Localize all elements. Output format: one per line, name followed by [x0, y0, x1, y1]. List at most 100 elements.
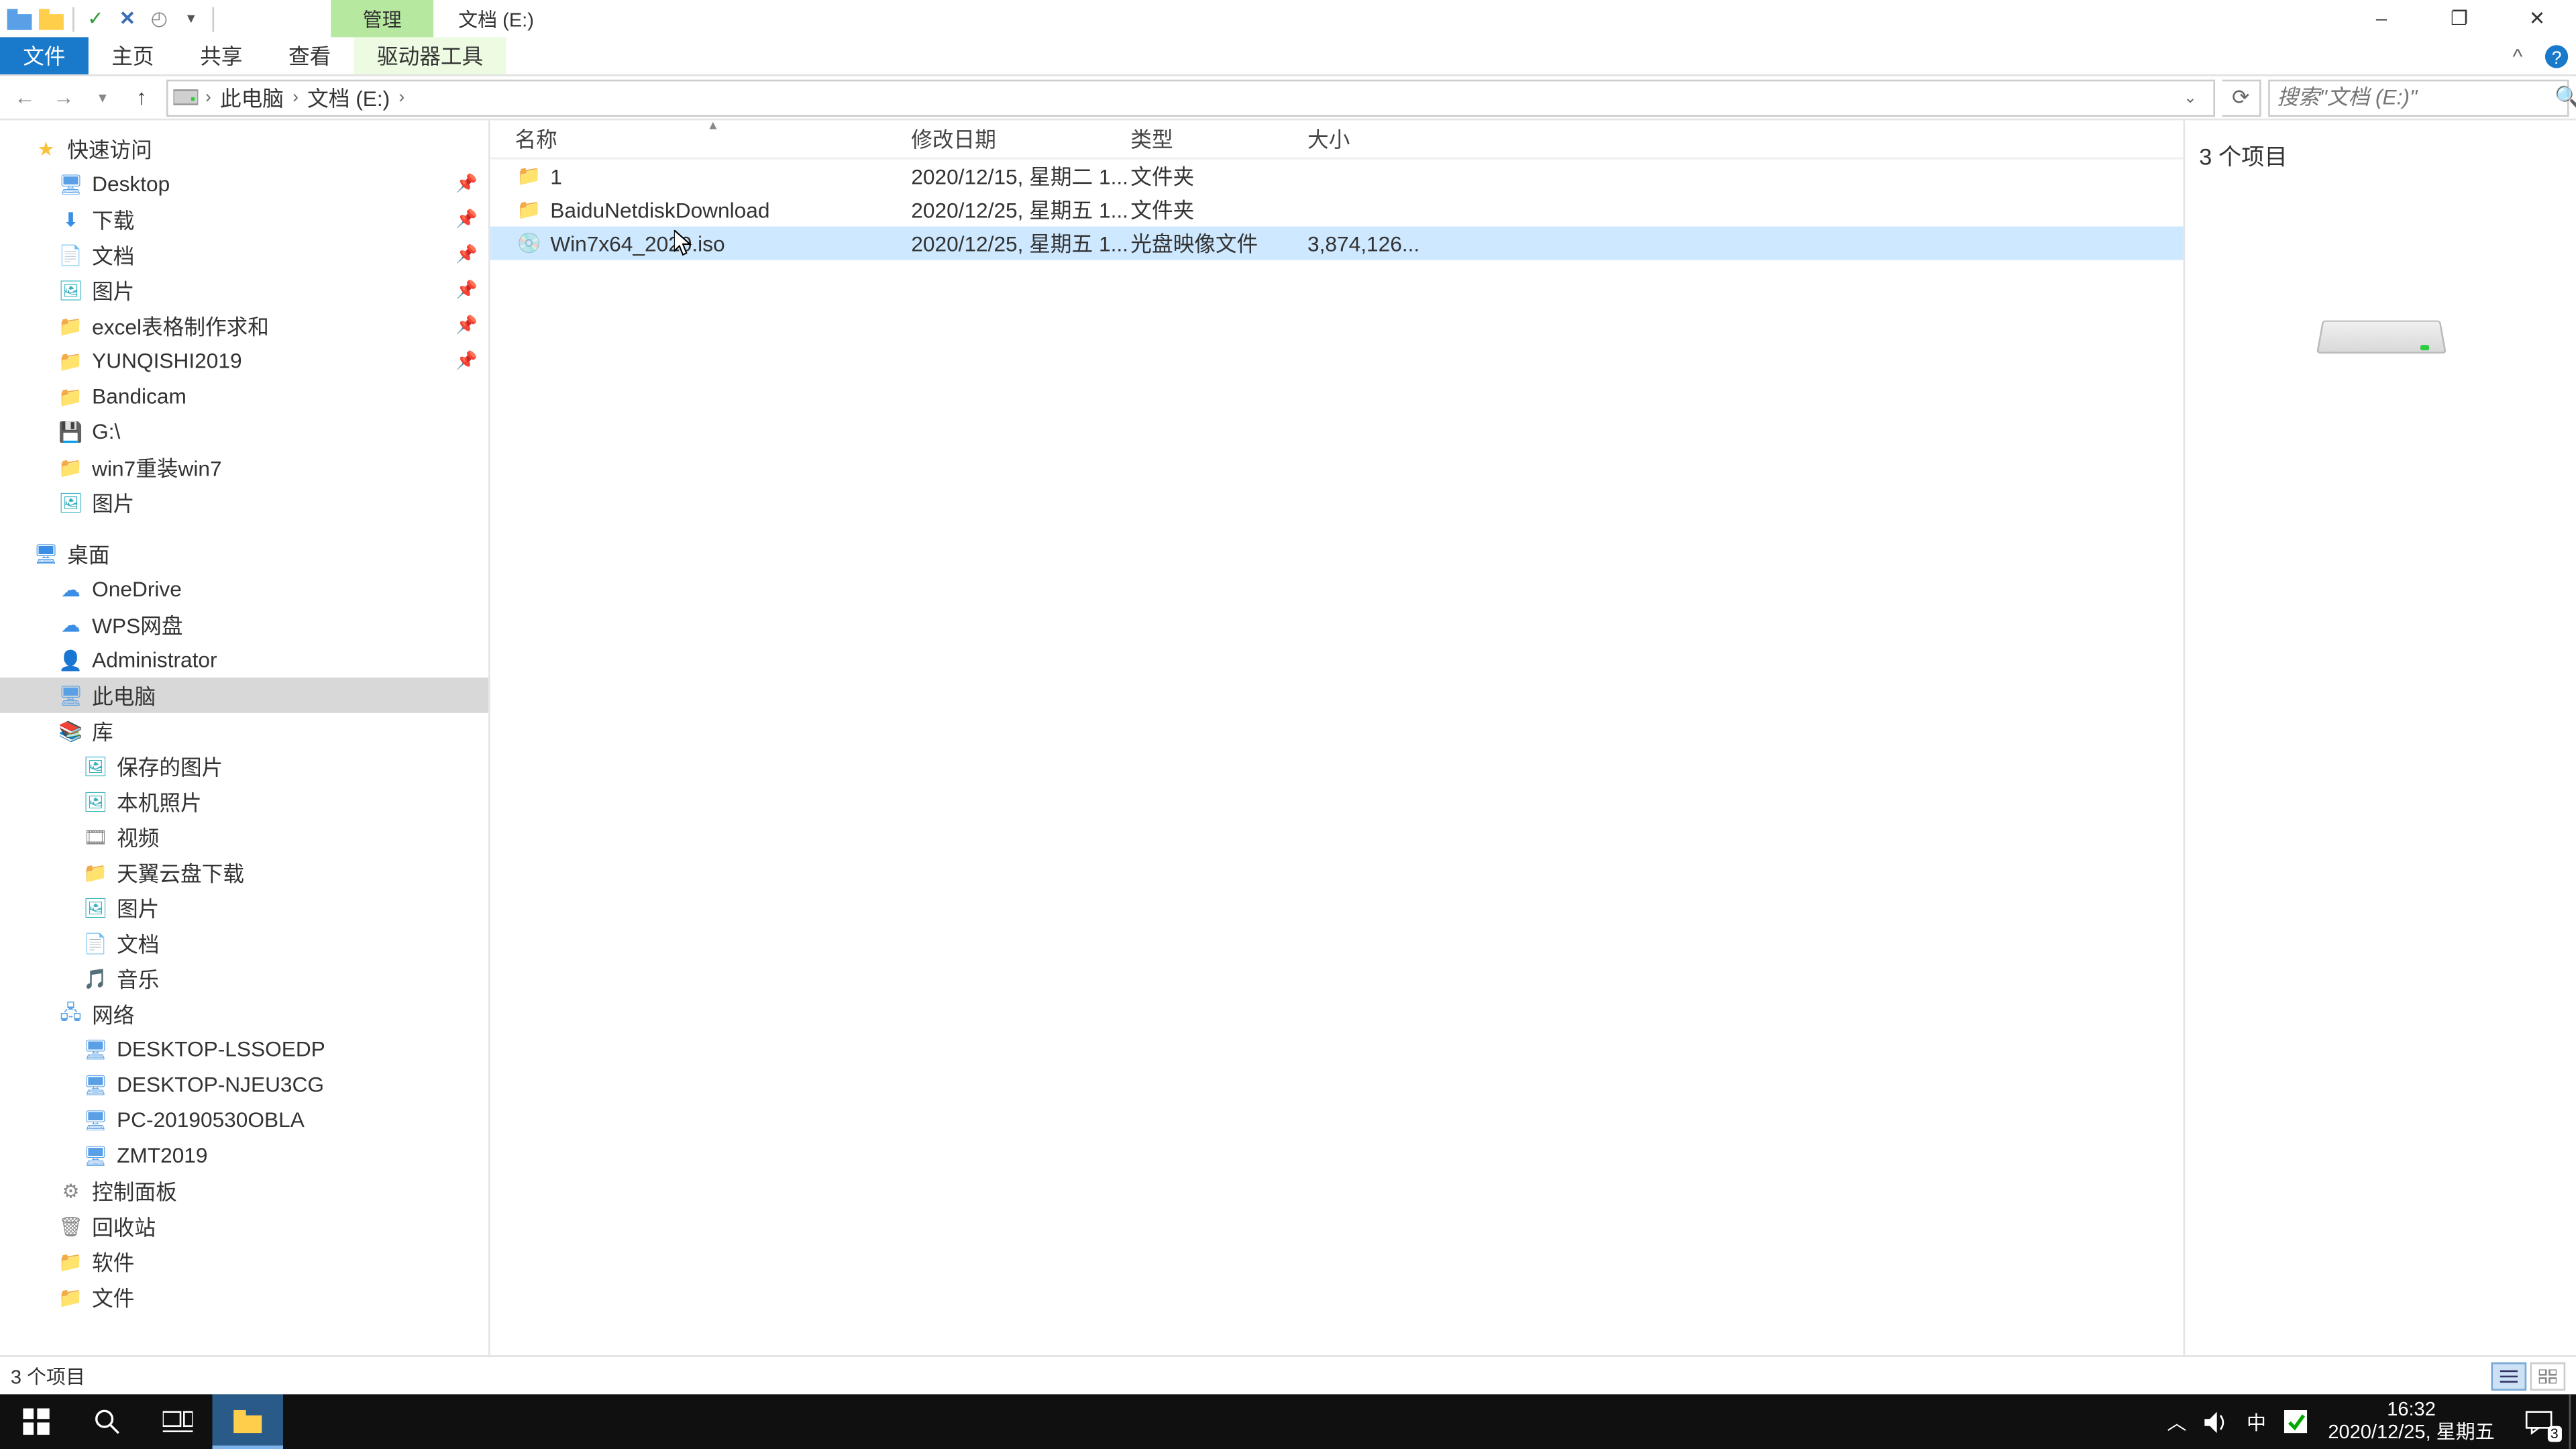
- taskbar-search-button[interactable]: [70, 1394, 141, 1449]
- column-size[interactable]: 大小: [1307, 124, 1413, 154]
- search-icon[interactable]: 🔍: [2555, 85, 2576, 110]
- tree-item[interactable]: 🖥DESKTOP-NJEU3CG: [0, 1067, 488, 1102]
- tree-item-label: 下载: [92, 205, 134, 235]
- address-dropdown-icon[interactable]: ⌄: [2171, 88, 2210, 107]
- tray-overflow-icon[interactable]: ︿: [2167, 1407, 2186, 1436]
- tree-item[interactable]: ☁WPS网盘: [0, 607, 488, 643]
- tree-item[interactable]: 🖼图片: [0, 890, 488, 926]
- qat-folder-icon[interactable]: [36, 3, 67, 34]
- volume-icon[interactable]: [2204, 1411, 2229, 1432]
- tree-item[interactable]: 📁软件: [0, 1244, 488, 1279]
- minimize-button[interactable]: –: [2343, 0, 2420, 37]
- tree-item[interactable]: 🖧网络: [0, 996, 488, 1032]
- search-box[interactable]: 🔍: [2268, 78, 2569, 115]
- address-bar[interactable]: › 此电脑 › 文档 (E:) › ⌄: [166, 78, 2215, 115]
- tree-item[interactable]: 🖥此电脑: [0, 678, 488, 713]
- ime-indicator[interactable]: 中: [2247, 1407, 2266, 1436]
- up-button[interactable]: ↑: [124, 80, 160, 115]
- close-button[interactable]: ✕: [2498, 0, 2576, 37]
- tree-item[interactable]: ☁OneDrive: [0, 572, 488, 607]
- nav-tree[interactable]: ★快速访问🖥Desktop📌⬇下载📌📄文档📌🖼图片📌📁excel表格制作求和📌📁…: [0, 120, 490, 1355]
- view-large-button[interactable]: [2530, 1361, 2565, 1389]
- breadcrumb-drive[interactable]: 文档 (E:): [304, 83, 394, 113]
- tree-item[interactable]: 👤Administrator: [0, 642, 488, 678]
- qat-dropdown-icon[interactable]: ▾: [175, 3, 207, 34]
- search-input[interactable]: [2277, 85, 2555, 110]
- tree-item[interactable]: 🖥桌面: [0, 536, 488, 572]
- tree-item[interactable]: 🎞视频: [0, 819, 488, 855]
- drive-icon: [172, 83, 200, 111]
- tree-item-label: 文档: [117, 928, 159, 958]
- tree-item[interactable]: 🖥PC-20190530OBLA: [0, 1102, 488, 1138]
- tree-item-label: G:\: [92, 419, 120, 444]
- tree-item[interactable]: ⚙控制面板: [0, 1173, 488, 1209]
- qat-check-icon[interactable]: ✓: [80, 3, 111, 34]
- tab-share[interactable]: 共享: [177, 37, 266, 74]
- forward-button: →: [46, 80, 82, 115]
- nav-row: ← → ▾ ↑ › 此电脑 › 文档 (E:) › ⌄ ⟳ 🔍: [0, 76, 2576, 120]
- tree-item[interactable]: 📁YUNQISHI2019📌: [0, 343, 488, 379]
- ribbon-context-label: 管理: [331, 0, 433, 37]
- tree-item[interactable]: 📁Bandicam: [0, 378, 488, 414]
- show-desktop-button[interactable]: [2569, 1394, 2576, 1449]
- maximize-button[interactable]: ❐: [2420, 0, 2498, 37]
- column-date[interactable]: 修改日期: [911, 124, 1130, 154]
- tree-item[interactable]: 🎵音乐: [0, 961, 488, 996]
- file-row[interactable]: 📁BaiduNetdiskDownload2020/12/25, 星期五 1..…: [490, 193, 2184, 226]
- chevron-right-icon[interactable]: ›: [393, 88, 410, 107]
- tree-item[interactable]: 🖼图片📌: [0, 272, 488, 308]
- tree-item[interactable]: 📚库: [0, 713, 488, 749]
- tree-item[interactable]: 📄文档: [0, 925, 488, 961]
- ribbon-expand-icon[interactable]: ^: [2498, 37, 2537, 74]
- refresh-button[interactable]: ⟳: [2222, 78, 2261, 115]
- tree-item[interactable]: ⬇下载📌: [0, 202, 488, 237]
- column-name[interactable]: 名称: [515, 124, 911, 154]
- qat-props-icon[interactable]: ◴: [144, 3, 175, 34]
- tree-item[interactable]: 💾G:\: [0, 414, 488, 449]
- tree-item[interactable]: ★快速访问: [0, 131, 488, 166]
- tree-item[interactable]: 📁天翼云盘下载: [0, 855, 488, 890]
- task-view-button[interactable]: [142, 1394, 212, 1449]
- tree-item-label: OneDrive: [92, 577, 182, 602]
- tree-item[interactable]: 🗑回收站: [0, 1208, 488, 1244]
- tree-item[interactable]: 🖥Desktop📌: [0, 166, 488, 202]
- taskbar-clock[interactable]: 16:32 2020/12/25, 星期五: [2314, 1399, 2509, 1444]
- tree-item-label: 图片: [117, 893, 159, 923]
- tree-item-label: WPS网盘: [92, 610, 182, 640]
- tab-view[interactable]: 查看: [266, 37, 354, 74]
- tab-drive-tools[interactable]: 驱动器工具: [354, 37, 506, 74]
- tree-item-label: 桌面: [67, 539, 109, 569]
- column-type[interactable]: 类型: [1130, 124, 1307, 154]
- tree-item[interactable]: 📁文件: [0, 1279, 488, 1315]
- tree-item[interactable]: 🖼保存的图片: [0, 749, 488, 784]
- help-icon[interactable]: ?: [2537, 37, 2576, 74]
- tree-item[interactable]: 🖼本机照片: [0, 784, 488, 819]
- security-icon[interactable]: [2284, 1410, 2306, 1433]
- tree-item[interactable]: 🖥ZMT2019: [0, 1138, 488, 1173]
- recent-dropdown-icon[interactable]: ▾: [85, 80, 121, 115]
- chevron-right-icon[interactable]: ›: [287, 88, 304, 107]
- tree-item[interactable]: 🖥DESKTOP-LSSOEDP: [0, 1032, 488, 1067]
- tab-file[interactable]: 文件: [0, 37, 89, 74]
- start-button[interactable]: [0, 1394, 70, 1449]
- file-row[interactable]: 📁12020/12/15, 星期二 1...文件夹: [490, 159, 2184, 193]
- chevron-right-icon[interactable]: ›: [200, 88, 217, 107]
- qat-x-icon[interactable]: ✕: [111, 3, 143, 34]
- file-rows[interactable]: 📁12020/12/15, 星期二 1...文件夹📁BaiduNetdiskDo…: [490, 159, 2184, 1355]
- tree-item[interactable]: 🖼图片: [0, 485, 488, 521]
- action-center-button[interactable]: 3: [2509, 1394, 2569, 1449]
- tab-home[interactable]: 主页: [89, 37, 177, 74]
- tree-item-label: Desktop: [92, 172, 170, 197]
- app-icon: [3, 3, 35, 34]
- file-row[interactable]: 💿Win7x64_2020.iso2020/12/25, 星期五 1...光盘映…: [490, 227, 2184, 260]
- tree-item[interactable]: 📄文档📌: [0, 237, 488, 272]
- tree-item[interactable]: 📁win7重装win7: [0, 449, 488, 485]
- breadcrumb-this-pc[interactable]: 此电脑: [217, 83, 288, 113]
- title-bar: ✓ ✕ ◴ ▾ 管理 文档 (E:) – ❐ ✕: [0, 0, 2576, 37]
- back-button[interactable]: ←: [7, 80, 43, 115]
- tree-item[interactable]: 📁excel表格制作求和📌: [0, 308, 488, 343]
- taskbar: ︿ 中 16:32 2020/12/25, 星期五 3: [0, 1394, 2576, 1449]
- pin-icon: 📌: [455, 316, 478, 335]
- view-details-button[interactable]: [2491, 1361, 2526, 1389]
- taskbar-explorer-button[interactable]: [212, 1394, 282, 1449]
